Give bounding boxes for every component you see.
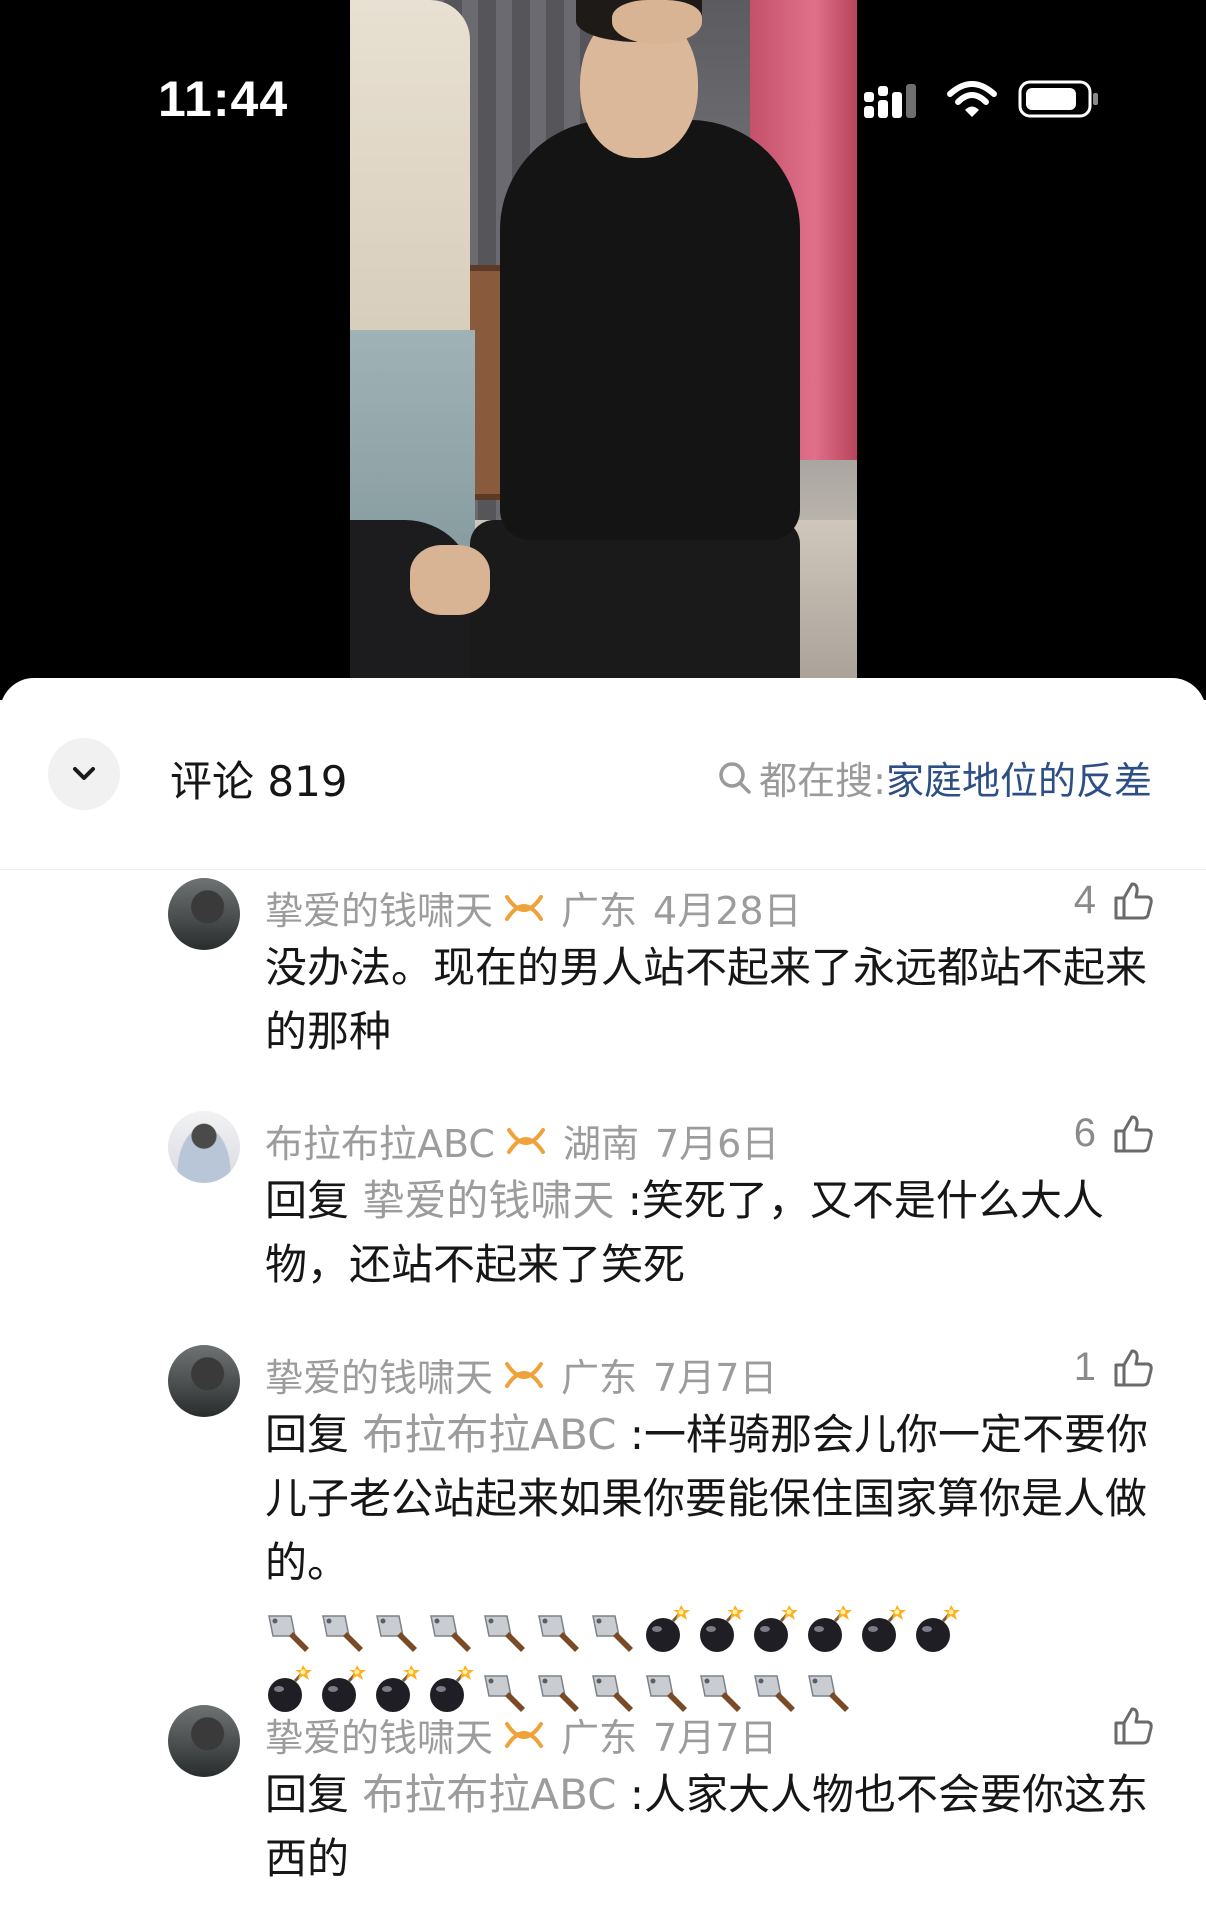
bomb-icon <box>646 1604 690 1652</box>
comments-header: 评论 819 都在搜: 家庭地位的反差 <box>0 678 1206 870</box>
comment-text: 回复 布拉布拉ABC :一样骑那会儿你一定不要你儿子老公站起来如果你要能保住国家… <box>265 1403 1165 1715</box>
thumbs-up-icon <box>1114 1707 1153 1745</box>
search-icon <box>719 761 751 794</box>
search-prefix: 都在搜: <box>759 759 886 803</box>
cleaver-icon <box>484 1614 525 1652</box>
cleaver-icon <box>268 1614 309 1652</box>
collapse-button[interactable] <box>48 738 120 810</box>
emoji-line-1 <box>265 1595 1165 1655</box>
comment-date: 4月28日 <box>653 889 802 933</box>
like-button[interactable]: 1 <box>1074 1345 1154 1390</box>
fan-badge-icon <box>505 894 544 921</box>
cleaver-icon <box>592 1614 633 1652</box>
reply-target-username[interactable]: 布拉布拉ABC <box>362 1410 616 1459</box>
trending-search-link[interactable]: 都在搜: 家庭地位的反差 <box>717 750 1152 805</box>
comments-sheet: 评论 819 都在搜: 家庭地位的反差 挚爱的钱啸天 广东 4月28日 4 没办… <box>0 678 1206 1916</box>
status-bar: 11:44 <box>0 0 1206 150</box>
comment-meta: 挚爱的钱啸天 广东 7月7日 <box>265 1707 777 1762</box>
comment-text: 没办法。现在的男人站不起来了永远都站不起来的那种 <box>265 936 1165 1064</box>
thumbs-up-icon <box>1114 1115 1153 1152</box>
video-man-hand-lower <box>410 545 490 615</box>
reply-label: 回复 <box>265 1770 350 1819</box>
like-button[interactable] <box>1096 1705 1154 1747</box>
video-man-suit <box>500 120 800 540</box>
emoji-line-2 <box>265 1655 1165 1715</box>
avatar[interactable] <box>168 1345 240 1417</box>
cleaver-icon <box>538 1614 579 1652</box>
avatar[interactable] <box>168 1705 240 1777</box>
like-button[interactable]: 6 <box>1074 1111 1154 1156</box>
reply-label: 回复 <box>265 1176 350 1225</box>
bomb-icon <box>916 1604 960 1652</box>
reply-label: 回复 <box>265 1410 350 1459</box>
video-man-legs <box>470 520 800 690</box>
battery-icon <box>1018 80 1098 118</box>
comment-username[interactable]: 挚爱的钱啸天 <box>265 880 493 935</box>
like-count: 1 <box>1073 1345 1096 1389</box>
comment-username[interactable]: 挚爱的钱啸天 <box>265 1707 493 1762</box>
comment-date: 7月6日 <box>654 1122 780 1166</box>
thumbs-up-icon <box>1114 882 1153 919</box>
wifi-icon <box>947 81 997 117</box>
cleaver-icon <box>376 1614 417 1652</box>
header-divider <box>0 869 1206 870</box>
comment-username[interactable]: 布拉布拉ABC <box>265 1113 495 1168</box>
fan-badge-icon <box>505 1361 544 1388</box>
comment-location: 广东 <box>561 1716 638 1760</box>
comment-location: 广东 <box>561 1356 638 1400</box>
status-time: 11:44 <box>158 71 289 127</box>
cleaver-icon <box>430 1614 471 1652</box>
video-player[interactable]: 11:44 <box>0 0 1206 700</box>
avatar[interactable] <box>168 878 240 950</box>
comment-location: 湖南 <box>562 1122 639 1166</box>
cleaver-icon <box>322 1614 363 1652</box>
comments-title: 评论 819 <box>170 757 348 806</box>
like-button[interactable]: 4 <box>1074 878 1154 923</box>
comment-date: 7月7日 <box>653 1356 778 1400</box>
comment-body: 没办法。现在的男人站不起来了永远都站不起来的那种 <box>265 943 1148 1056</box>
fan-badge-icon <box>505 1721 544 1748</box>
comment-text: 回复 布拉布拉ABC :人家大人物也不会要你这东西的 <box>265 1763 1165 1891</box>
bomb-icon <box>700 1604 744 1652</box>
cleaver-icon <box>808 1674 849 1712</box>
comment-date: 7月7日 <box>653 1716 778 1760</box>
avatar[interactable] <box>168 1111 240 1183</box>
bomb-icon <box>754 1604 798 1652</box>
like-count: 6 <box>1073 1111 1096 1155</box>
reply-target-username[interactable]: 挚爱的钱啸天 <box>362 1176 614 1225</box>
reply-target-username[interactable]: 布拉布拉ABC <box>362 1770 616 1819</box>
bomb-icon <box>862 1604 906 1652</box>
comment-username[interactable]: 挚爱的钱啸天 <box>265 1347 493 1402</box>
comment-text: 回复 挚爱的钱啸天 :笑死了，又不是什么大人物，还站不起来了笑死 <box>265 1169 1165 1297</box>
like-count: 4 <box>1073 878 1096 922</box>
fan-badge-icon <box>506 1127 545 1154</box>
chevron-down-icon <box>73 767 95 780</box>
thumbs-up-icon <box>1114 1349 1153 1386</box>
search-term[interactable]: 家庭地位的反差 <box>886 750 1152 805</box>
comment-meta: 挚爱的钱啸天 广东 4月28日 <box>265 880 802 935</box>
comment-meta: 布拉布拉ABC 湖南 7月6日 <box>265 1113 779 1168</box>
signal-icon <box>864 84 916 118</box>
bomb-icon <box>808 1604 852 1652</box>
comment-meta: 挚爱的钱啸天 广东 7月7日 <box>265 1347 777 1402</box>
comment-location: 广东 <box>561 889 638 933</box>
